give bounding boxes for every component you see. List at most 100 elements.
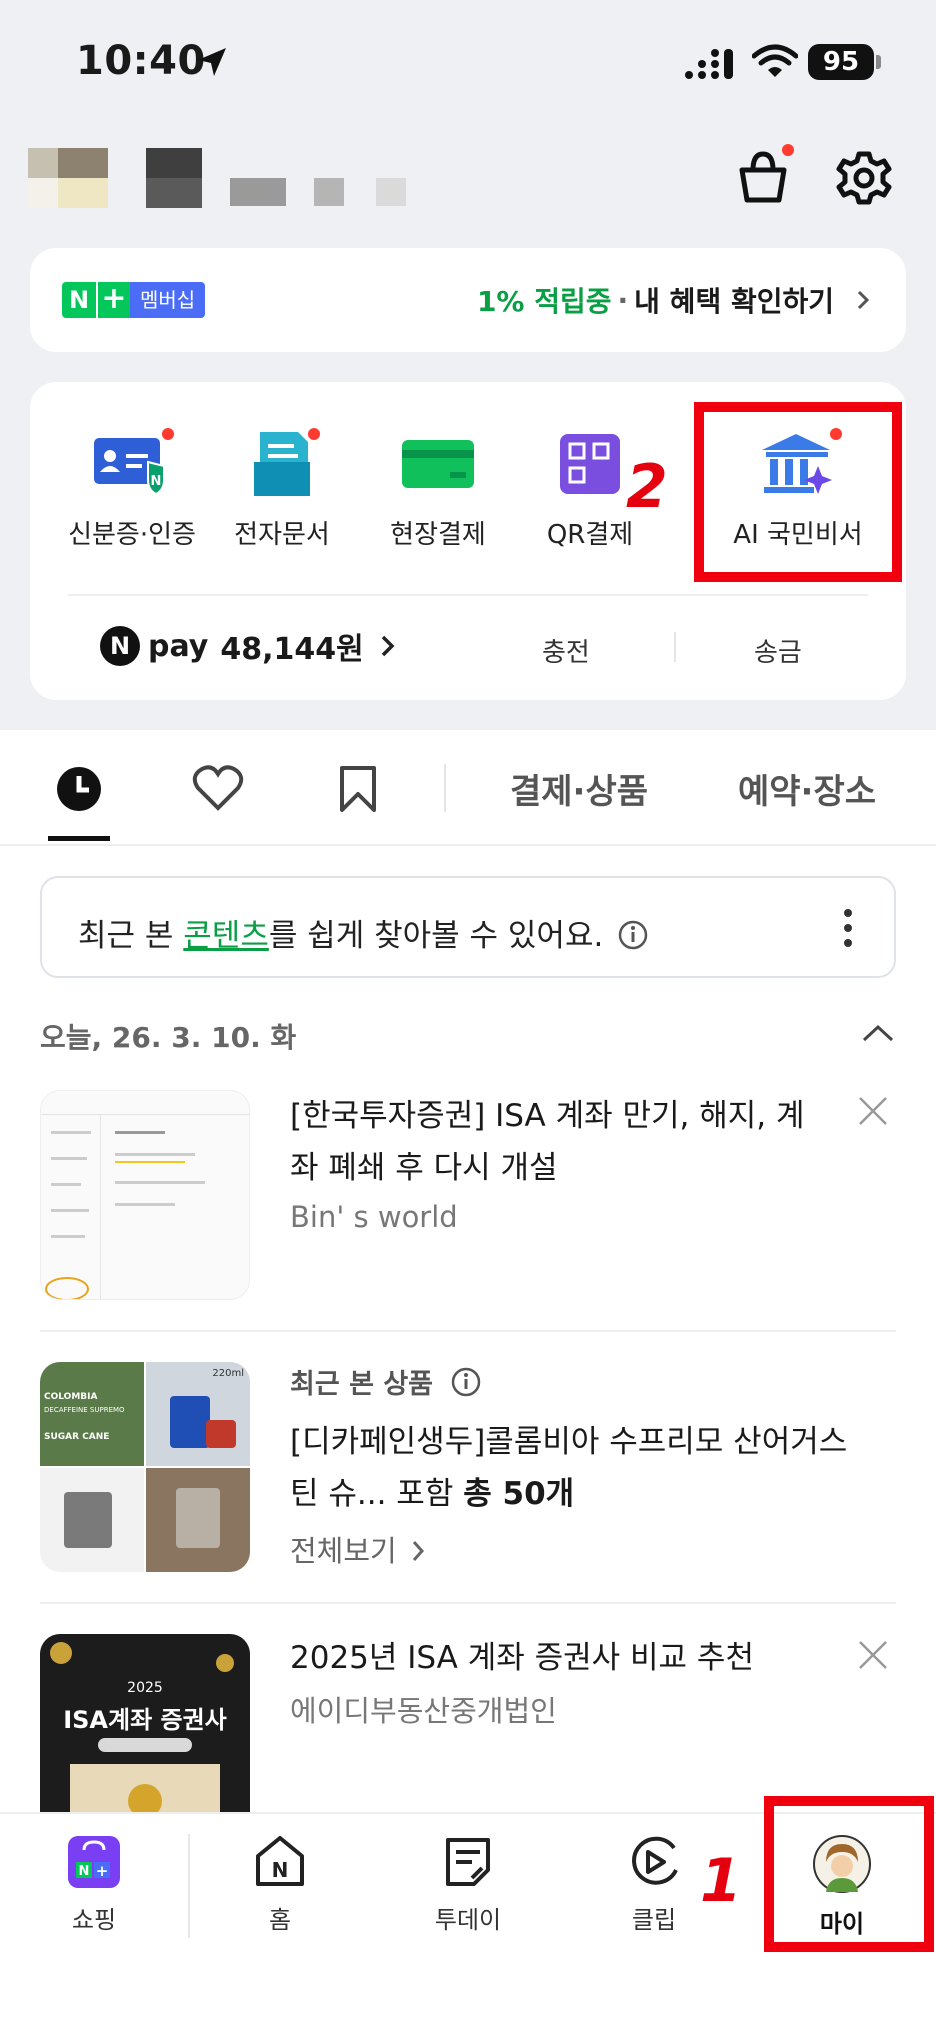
svg-text:N: N: [151, 474, 162, 489]
annotation-box-ai-assistant: [694, 402, 902, 582]
tab-separator: [444, 764, 446, 812]
quick-item-label: 신분증·인증: [68, 520, 196, 550]
chevron-right-icon: [412, 1541, 424, 1561]
feed-item-recent-products[interactable]: COLOMBIA DECAFFEINE SUPREMO SUGAR CANE 2…: [40, 1362, 896, 1574]
charge-button[interactable]: 충전: [542, 632, 590, 669]
battery-cap: [876, 55, 881, 69]
thumb-title: ISA계좌 증권사: [63, 1706, 227, 1734]
cart-notification-dot: [782, 144, 794, 156]
hint-link[interactable]: 콘텐츠: [183, 918, 269, 954]
nav-label: 클립: [631, 1906, 677, 1934]
svg-text:N: N: [79, 1864, 90, 1879]
quick-item-documents-dot: [308, 428, 320, 440]
feed-title-count: 총 50개: [463, 1476, 575, 1512]
hint-text: 최근 본 콘텐츠를 쉽게 찾아볼 수 있어요.: [78, 910, 649, 955]
document-icon: [254, 432, 310, 496]
quick-item-documents[interactable]: 전자문서: [202, 428, 362, 551]
nav-clip[interactable]: 클립: [594, 1834, 714, 1935]
npay-balance[interactable]: N pay 48,144원: [100, 624, 402, 668]
svg-text:+: +: [96, 1862, 109, 1880]
view-all-link[interactable]: 전체보기: [290, 1528, 430, 1570]
npay-logo-icon: N: [100, 626, 140, 666]
thumb-text-2: DECAFFEINE SUPREMO: [44, 1406, 125, 1414]
feed-thumbnail-screenshot: [40, 1090, 250, 1300]
more-options-icon[interactable]: [842, 908, 854, 948]
hint-text-post: 를 쉽게 찾아볼 수 있어요.: [268, 918, 604, 954]
recent-clock-icon[interactable]: [54, 764, 104, 814]
chevron-right-icon: [857, 290, 870, 310]
nav-shopping[interactable]: N + 쇼핑: [34, 1834, 154, 1935]
feed-item[interactable]: [한국투자증권] ISA 계좌 만기, 해지, 계 좌 폐쇄 후 다시 개설 B…: [40, 1090, 896, 1310]
annotation-number-2: 2: [626, 452, 668, 522]
signal-icon: [685, 49, 733, 79]
annotation-box-my-tab: [764, 1796, 934, 1952]
annotation-number-1: 1: [700, 1846, 742, 1916]
feed-title-line2: 틴 슈... 포함 총 50개: [290, 1468, 574, 1520]
feed-separator: [40, 1330, 896, 1332]
home-n-icon: N: [256, 1836, 304, 1886]
card-payment-icon: [402, 440, 474, 488]
close-icon[interactable]: [856, 1638, 890, 1672]
membership-benefits-link[interactable]: 1% 적립중 · 내 혜택 확인하기: [477, 280, 878, 320]
tab-reservation-places[interactable]: 예약·장소: [738, 764, 876, 813]
qr-icon: [560, 434, 620, 494]
heart-icon[interactable]: [192, 764, 244, 812]
chevron-up-icon[interactable]: [860, 1022, 896, 1046]
quick-item-id-dot: [162, 428, 174, 440]
cart-icon[interactable]: [734, 148, 792, 206]
wifi-icon: [752, 44, 798, 77]
feed-title-line1: [디카페인생두]콜롬비아 수프리모 산어거스: [290, 1424, 848, 1460]
thumb-year: 2025: [127, 1680, 163, 1696]
shopping-nplus-icon: N +: [68, 1836, 120, 1888]
view-all-text: 전체보기: [290, 1534, 397, 1568]
bookmark-icon[interactable]: [336, 764, 380, 814]
feed-title-line2: 좌 폐쇄 후 다시 개설: [290, 1150, 558, 1186]
thumb-text-1: COLOMBIA: [44, 1392, 98, 1402]
nav-today[interactable]: 투데이: [408, 1834, 528, 1935]
pay-amount: 48,144원: [220, 632, 364, 667]
nav-label: 쇼핑: [71, 1906, 117, 1934]
status-time: 10:40: [76, 38, 206, 84]
tab-payment-products[interactable]: 결제·상품: [510, 764, 648, 813]
plus-logo: +: [96, 282, 130, 318]
chevron-right-icon: [381, 635, 395, 657]
feed-item[interactable]: 2025 ISA계좌 증권사 2025년 ISA 계좌 증권사 비교 추천 에이…: [40, 1634, 896, 1844]
card-divider: [68, 594, 868, 596]
close-icon[interactable]: [856, 1094, 890, 1128]
quick-item-id[interactable]: N 신분증·인증: [52, 428, 212, 551]
nav-label: 홈: [268, 1906, 292, 1934]
nplus-membership-badge: N + 멤버십: [62, 282, 206, 318]
nav-home[interactable]: N 홈: [220, 1834, 340, 1935]
nav-label: 투데이: [434, 1906, 502, 1934]
n-logo: N: [62, 282, 96, 318]
thumb-text-4: 220ml: [212, 1368, 244, 1379]
membership-banner[interactable]: N + 멤버십 1% 적립중 · 내 혜택 확인하기: [30, 248, 906, 352]
membership-rate: 1% 적립중: [476, 285, 612, 318]
svg-text:N: N: [272, 1858, 289, 1882]
feed-title-line1: 2025년 ISA 계좌 증권사 비교 추천: [290, 1640, 754, 1676]
active-tab-indicator: [48, 836, 110, 841]
location-arrow-icon: [198, 48, 226, 76]
send-button[interactable]: 송금: [754, 632, 802, 669]
gear-icon[interactable]: [836, 150, 892, 206]
hint-text-pre: 최근 본: [78, 918, 184, 954]
profile-name-blurred[interactable]: [28, 148, 408, 208]
quick-item-onsite-payment[interactable]: 현장결제: [358, 432, 518, 551]
feed-title-line1: [한국투자증권] ISA 계좌 만기, 해지, 계: [290, 1098, 805, 1134]
today-note-icon: [446, 1838, 490, 1886]
membership-dot: ·: [617, 283, 629, 317]
products-collage-thumbnail: COLOMBIA DECAFFEINE SUPREMO SUGAR CANE 2…: [40, 1362, 250, 1572]
tab-bar: 결제·상품 예약·장소: [0, 730, 936, 846]
date-header: 오늘, 26. 3. 10. 화: [40, 1021, 297, 1054]
nav-separator: [188, 1834, 190, 1938]
quick-item-label: 현장결제: [390, 520, 486, 550]
membership-badge-label: 멤버십: [130, 282, 206, 318]
feed-title-line2-pre: 틴 슈... 포함: [290, 1476, 464, 1512]
status-bar: 10:40 95: [0, 0, 936, 120]
info-icon[interactable]: [450, 1366, 482, 1398]
membership-link-text: 내 혜택 확인하기: [634, 285, 834, 318]
clip-play-icon: [632, 1836, 678, 1885]
info-icon[interactable]: [617, 919, 649, 951]
feed-separator: [40, 1602, 896, 1604]
battery-indicator: 95: [808, 44, 874, 80]
